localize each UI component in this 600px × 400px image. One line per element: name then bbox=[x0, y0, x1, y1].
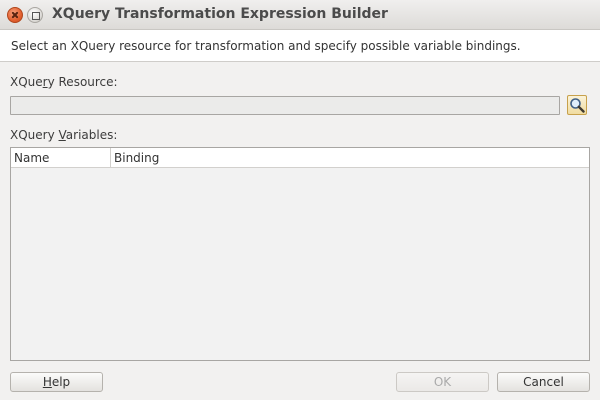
column-header-binding[interactable]: Binding bbox=[111, 148, 589, 168]
column-header-name[interactable]: Name bbox=[11, 148, 111, 168]
table-header: Name Binding bbox=[11, 148, 589, 168]
cancel-button[interactable]: Cancel bbox=[497, 372, 590, 392]
header-description: Select an XQuery resource for transforma… bbox=[0, 30, 600, 62]
help-button[interactable]: Help bbox=[10, 372, 103, 392]
maximize-icon[interactable] bbox=[27, 7, 43, 23]
xquery-variables-label: XQuery Variables: bbox=[10, 128, 118, 142]
xquery-resource-input[interactable] bbox=[10, 96, 560, 115]
title-bar: XQuery Transformation Expression Builder bbox=[0, 0, 600, 30]
magnifier-search-icon bbox=[570, 98, 585, 113]
window-title: XQuery Transformation Expression Builder bbox=[52, 6, 388, 22]
variables-table[interactable]: Name Binding bbox=[10, 147, 590, 361]
xquery-resource-label: XQuery Resource: bbox=[10, 75, 118, 89]
close-icon[interactable] bbox=[7, 7, 23, 23]
browse-resource-button[interactable] bbox=[567, 95, 587, 115]
ok-button[interactable]: OK bbox=[396, 372, 489, 392]
